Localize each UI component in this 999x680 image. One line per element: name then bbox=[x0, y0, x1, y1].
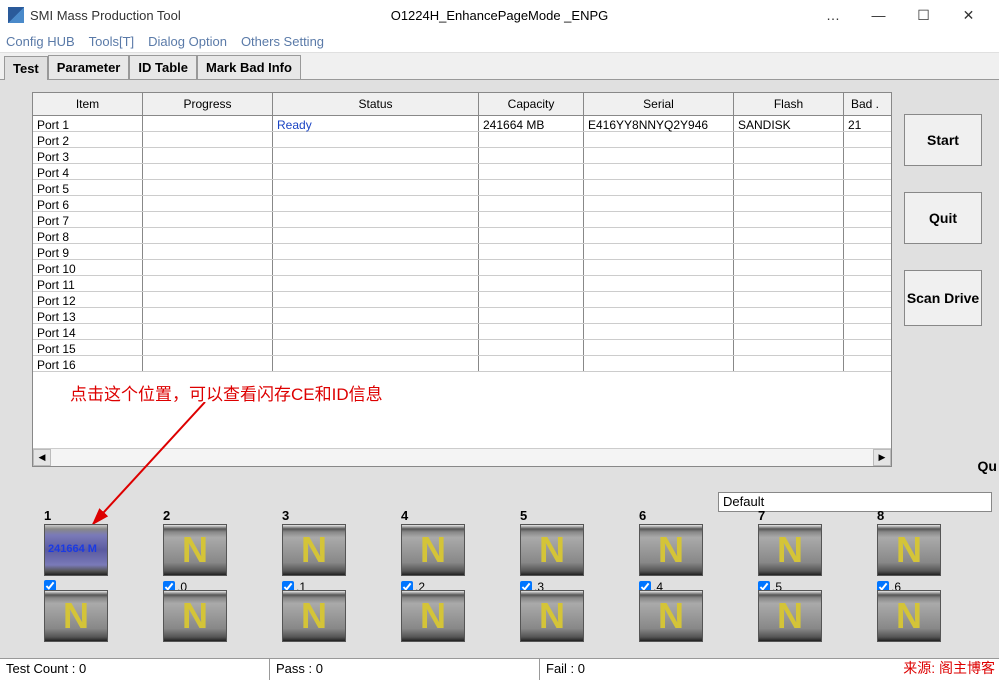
status-test-count: Test Count : 0 bbox=[0, 659, 270, 680]
table-row[interactable]: Port 16 bbox=[33, 356, 891, 372]
slot-row-1: 1241664 M 2N .0 3N .1 4N .2 5N .3 6N .4 7N .5… bbox=[44, 508, 941, 594]
col-bad[interactable]: Bad . bbox=[844, 93, 886, 115]
scan-drive-button[interactable]: Scan Drive bbox=[904, 270, 982, 326]
port-slot: 8N .6 bbox=[877, 508, 941, 594]
menubar: Config HUB Tools[T] Dialog Option Others… bbox=[0, 30, 999, 52]
slot-box-empty[interactable]: N bbox=[520, 524, 584, 576]
annotation-text: 点击这个位置，可以查看闪存CE和ID信息 bbox=[70, 380, 383, 405]
slot-number: 6 bbox=[639, 508, 703, 523]
slot-box-empty[interactable]: N bbox=[520, 590, 584, 642]
table-row[interactable]: Port 4 bbox=[33, 164, 891, 180]
slot-number: 3 bbox=[282, 508, 346, 523]
start-button[interactable]: Start bbox=[904, 114, 982, 166]
slot-number: 8 bbox=[877, 508, 941, 523]
slot-box-empty[interactable]: N bbox=[44, 590, 108, 642]
slot-box-detected[interactable]: 241664 M bbox=[44, 524, 108, 576]
app-icon bbox=[8, 7, 24, 23]
qu-label: Qu bbox=[978, 458, 997, 474]
port-slot: 3N .1 bbox=[282, 508, 346, 594]
col-progress[interactable]: Progress bbox=[143, 93, 273, 115]
table-row[interactable]: Port 11 bbox=[33, 276, 891, 292]
port-slot: 1241664 M bbox=[44, 508, 108, 594]
port-slot: 6N .4 bbox=[639, 508, 703, 594]
tab-test[interactable]: Test bbox=[4, 56, 48, 80]
slot-number: 1 bbox=[44, 508, 108, 523]
table-row[interactable]: Port 3 bbox=[33, 148, 891, 164]
table-row[interactable]: Port 6 bbox=[33, 196, 891, 212]
slot-box-empty[interactable]: N bbox=[282, 524, 346, 576]
slot-box-empty[interactable]: N bbox=[401, 590, 465, 642]
slot-box-empty[interactable]: N bbox=[758, 590, 822, 642]
titlebar: SMI Mass Production Tool O1224H_EnhanceP… bbox=[0, 0, 999, 30]
table-row[interactable]: Port 13 bbox=[33, 308, 891, 324]
table-row[interactable]: Port 8 bbox=[33, 228, 891, 244]
slot-number: 4 bbox=[401, 508, 465, 523]
tab-mark-bad-info[interactable]: Mark Bad Info bbox=[197, 55, 301, 79]
col-capacity[interactable]: Capacity bbox=[479, 93, 584, 115]
port-slot: 4N .2 bbox=[401, 508, 465, 594]
menu-others-setting[interactable]: Others Setting bbox=[241, 34, 324, 49]
slot-number: 2 bbox=[163, 508, 227, 523]
slot-box-empty[interactable]: N bbox=[163, 590, 227, 642]
table-row[interactable]: Port 9 bbox=[33, 244, 891, 260]
table-row[interactable]: Port 12 bbox=[33, 292, 891, 308]
minimize-button[interactable]: — bbox=[856, 1, 901, 29]
main-area: Item Progress Status Capacity Serial Fla… bbox=[0, 80, 999, 668]
slot-box-empty[interactable]: N bbox=[639, 524, 703, 576]
port-slot: N bbox=[639, 590, 703, 642]
slot-box-empty[interactable]: N bbox=[163, 524, 227, 576]
col-flash[interactable]: Flash bbox=[734, 93, 844, 115]
tab-parameter[interactable]: Parameter bbox=[48, 55, 130, 79]
port-slot: N bbox=[282, 590, 346, 642]
menu-dialog-option[interactable]: Dialog Option bbox=[148, 34, 227, 49]
slot-number: 7 bbox=[758, 508, 822, 523]
slot-row-2: NNNNNNNN bbox=[44, 590, 941, 642]
col-serial[interactable]: Serial bbox=[584, 93, 734, 115]
scroll-left-icon[interactable]: ◀ bbox=[33, 449, 51, 466]
port-slot: 5N .3 bbox=[520, 508, 584, 594]
port-slot: 7N .5 bbox=[758, 508, 822, 594]
close-button[interactable]: ✕ bbox=[946, 1, 991, 29]
table-row[interactable]: Port 1Ready241664 MBE416YY8NNYQ2Y946SAND… bbox=[33, 116, 891, 132]
port-slot: N bbox=[877, 590, 941, 642]
maximize-button[interactable]: ☐ bbox=[901, 1, 946, 29]
slot-box-empty[interactable]: N bbox=[758, 524, 822, 576]
more-button[interactable]: … bbox=[811, 1, 856, 29]
slot-box-empty[interactable]: N bbox=[877, 590, 941, 642]
watermark: 来源: 阁主博客 bbox=[903, 658, 995, 678]
menu-config-hub[interactable]: Config HUB bbox=[6, 34, 75, 49]
status-bar: Test Count : 0 Pass : 0 Fail : 0 bbox=[0, 658, 999, 680]
port-table: Item Progress Status Capacity Serial Fla… bbox=[32, 92, 892, 467]
table-row[interactable]: Port 14 bbox=[33, 324, 891, 340]
tab-id-table[interactable]: ID Table bbox=[129, 55, 197, 79]
table-row[interactable]: Port 7 bbox=[33, 212, 891, 228]
table-row[interactable]: Port 15 bbox=[33, 340, 891, 356]
port-slot: N bbox=[520, 590, 584, 642]
col-status[interactable]: Status bbox=[273, 93, 479, 115]
window-controls: … — ☐ ✕ bbox=[811, 1, 991, 29]
port-slot: N bbox=[163, 590, 227, 642]
slot-box-empty[interactable]: N bbox=[639, 590, 703, 642]
table-row[interactable]: Port 2 bbox=[33, 132, 891, 148]
slot-box-empty[interactable]: N bbox=[877, 524, 941, 576]
port-slot: 2N .0 bbox=[163, 508, 227, 594]
table-header: Item Progress Status Capacity Serial Fla… bbox=[33, 93, 891, 116]
table-row[interactable]: Port 5 bbox=[33, 180, 891, 196]
slot-box-empty[interactable]: N bbox=[282, 590, 346, 642]
table-row[interactable]: Port 10 bbox=[33, 260, 891, 276]
menu-tools[interactable]: Tools[T] bbox=[89, 34, 135, 49]
col-item[interactable]: Item bbox=[33, 93, 143, 115]
tab-strip: Test Parameter ID Table Mark Bad Info bbox=[0, 53, 999, 80]
horizontal-scrollbar[interactable]: ◀ ▶ bbox=[33, 448, 891, 466]
scroll-right-icon[interactable]: ▶ bbox=[873, 449, 891, 466]
port-slot: N bbox=[401, 590, 465, 642]
slot-box-empty[interactable]: N bbox=[401, 524, 465, 576]
status-pass: Pass : 0 bbox=[270, 659, 540, 680]
app-title: SMI Mass Production Tool bbox=[30, 8, 181, 23]
port-slot: N bbox=[44, 590, 108, 642]
slot-number: 5 bbox=[520, 508, 584, 523]
quit-button[interactable]: Quit bbox=[904, 192, 982, 244]
port-slot: N bbox=[758, 590, 822, 642]
side-buttons: Start Quit Scan Drive bbox=[904, 92, 982, 467]
